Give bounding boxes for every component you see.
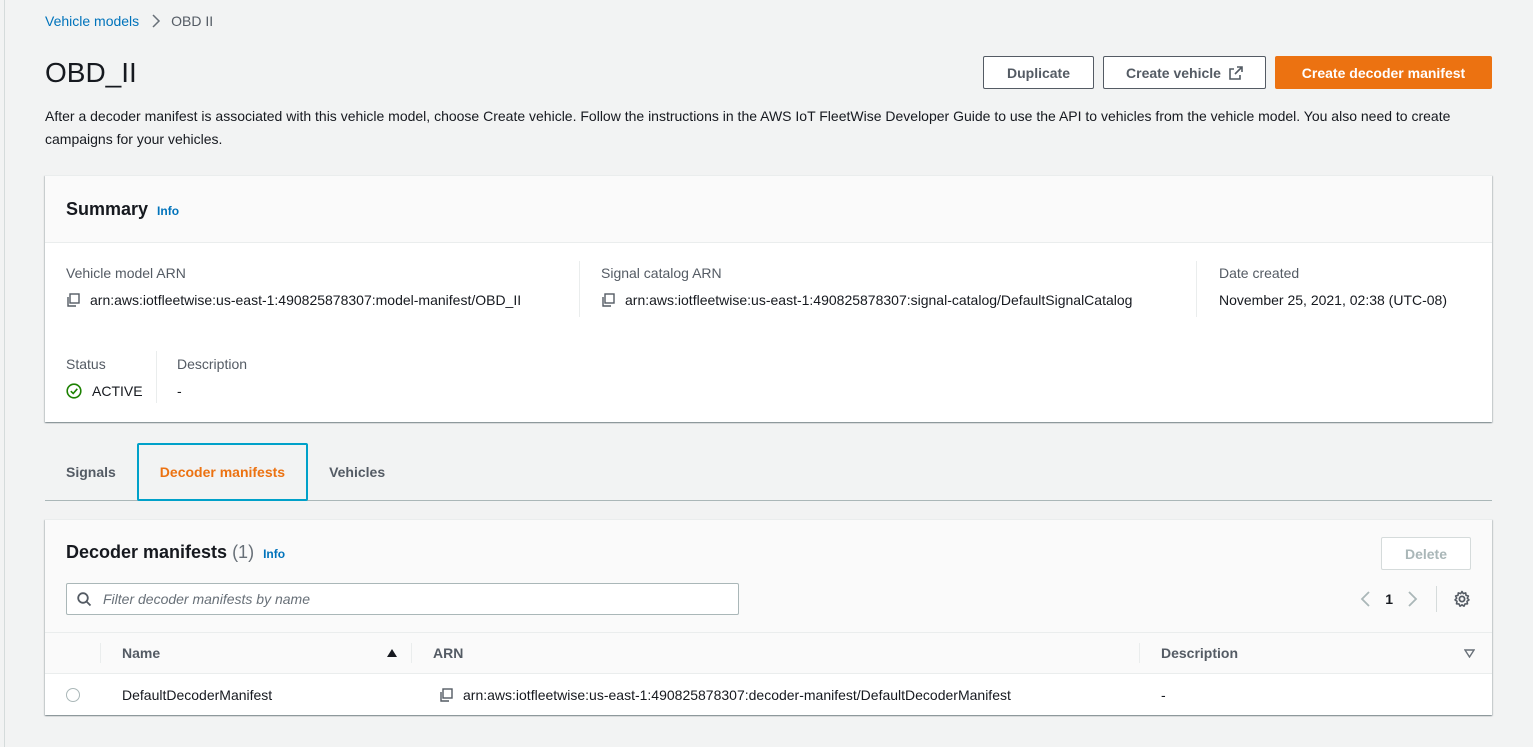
gear-icon[interactable] [1453, 590, 1471, 608]
column-divider [579, 261, 580, 317]
row-select-radio[interactable] [66, 674, 80, 715]
check-circle-icon [66, 383, 82, 399]
page-description: After a decoder manifest is associated w… [45, 108, 1451, 147]
external-link-icon [1229, 65, 1243, 80]
column-divider [411, 643, 412, 663]
header-actions: Duplicate Create vehicle Create decoder … [983, 56, 1492, 89]
page-edge [4, 0, 5, 747]
pagination: 1 [1359, 586, 1471, 612]
row-description: - [1161, 686, 1166, 703]
page-number[interactable]: 1 [1385, 591, 1393, 607]
date-created-label: Date created [1219, 265, 1300, 281]
tab-decoder-manifests[interactable]: Decoder manifests [136, 443, 309, 501]
row-arn: arn:aws:iotfleetwise:us-east-1:490825878… [439, 674, 1011, 715]
signal-catalog-arn: Signal catalog ARN arn:aws:iotfleetwise:… [601, 265, 1132, 308]
vehicle-model-arn-value: arn:aws:iotfleetwise:us-east-1:490825878… [90, 292, 522, 308]
status-label: Status [66, 356, 106, 372]
summary-header: Summary Info [45, 176, 1492, 243]
breadcrumb-current: OBD II [171, 13, 214, 29]
sort-ascending-icon[interactable] [386, 633, 398, 673]
page-title: OBD_II [45, 57, 137, 88]
create-vehicle-label: Create vehicle [1126, 64, 1221, 81]
copy-icon[interactable] [66, 293, 80, 307]
summary-info-link[interactable]: Info [157, 204, 179, 218]
description-label: Description [177, 356, 248, 372]
signal-catalog-arn-value: arn:aws:iotfleetwise:us-east-1:490825878… [625, 292, 1133, 308]
tab-vehicles[interactable]: Vehicles [308, 443, 406, 500]
pager-divider [1436, 586, 1437, 612]
filter-field [66, 583, 739, 615]
column-header-arn[interactable]: ARN [433, 633, 463, 673]
vehicle-model-arn: Vehicle model ARN arn:aws:iotfleetwise:u… [66, 265, 521, 308]
summary-title: Summary [66, 198, 149, 219]
column-header-name[interactable]: Name [122, 633, 160, 673]
chevron-right-icon [151, 14, 161, 28]
column-divider [156, 351, 157, 403]
table-row[interactable]: DefaultDecoderManifest arn:aws:iotfleetw… [45, 674, 1492, 715]
breadcrumb-link-vehicle-models[interactable]: Vehicle models [45, 13, 139, 29]
status-value: ACTIVE [92, 383, 143, 399]
table-title-text: Decoder manifests [66, 542, 228, 562]
delete-button[interactable]: Delete [1381, 537, 1471, 570]
copy-icon[interactable] [601, 293, 615, 307]
column-header-description[interactable]: Description [1161, 633, 1238, 673]
copy-icon[interactable] [439, 687, 453, 702]
previous-page-icon[interactable] [1359, 590, 1371, 608]
next-page-icon[interactable] [1407, 590, 1419, 608]
column-divider [100, 643, 101, 663]
tab-signals[interactable]: Signals [45, 443, 137, 500]
description-value: - [177, 383, 182, 399]
table-header: Decoder manifests (1) Info Delete 1 [45, 520, 1492, 633]
table-info-link[interactable]: Info [263, 547, 285, 561]
signal-catalog-arn-label: Signal catalog ARN [601, 265, 722, 281]
sort-caret-icon[interactable] [1464, 633, 1475, 673]
row-name: DefaultDecoderManifest [122, 686, 273, 703]
create-decoder-manifest-button[interactable]: Create decoder manifest [1275, 56, 1492, 89]
table-title: Decoder manifests (1) Info [66, 542, 285, 563]
radio-button[interactable] [66, 687, 80, 702]
search-icon [77, 591, 92, 607]
date-created-value: November 25, 2021, 02:38 (UTC-08) [1219, 292, 1447, 308]
row-arn-value: arn:aws:iotfleetwise:us-east-1:490825878… [463, 686, 1011, 703]
filter-input[interactable] [101, 590, 701, 608]
vehicle-model-arn-label: Vehicle model ARN [66, 265, 186, 281]
summary-container: Summary Info Vehicle model ARN arn:aws:i… [45, 175, 1492, 422]
breadcrumb: Vehicle models OBD II [45, 11, 213, 31]
date-created: Date created November 25, 2021, 02:38 (U… [1219, 265, 1447, 308]
decoder-manifests-table: Decoder manifests (1) Info Delete 1 [45, 519, 1492, 715]
column-divider [1196, 261, 1197, 317]
column-divider [1139, 643, 1140, 663]
table-column-headers: Name ARN Description [45, 633, 1492, 674]
description: Description - [177, 356, 247, 399]
status: Status ACTIVE [66, 356, 143, 399]
table-count: (1) [232, 542, 255, 562]
create-vehicle-button[interactable]: Create vehicle [1103, 56, 1266, 89]
tab-bar: Signals Decoder manifests Vehicles [45, 443, 1492, 501]
duplicate-button[interactable]: Duplicate [983, 56, 1094, 89]
status-badge: ACTIVE [66, 383, 143, 399]
